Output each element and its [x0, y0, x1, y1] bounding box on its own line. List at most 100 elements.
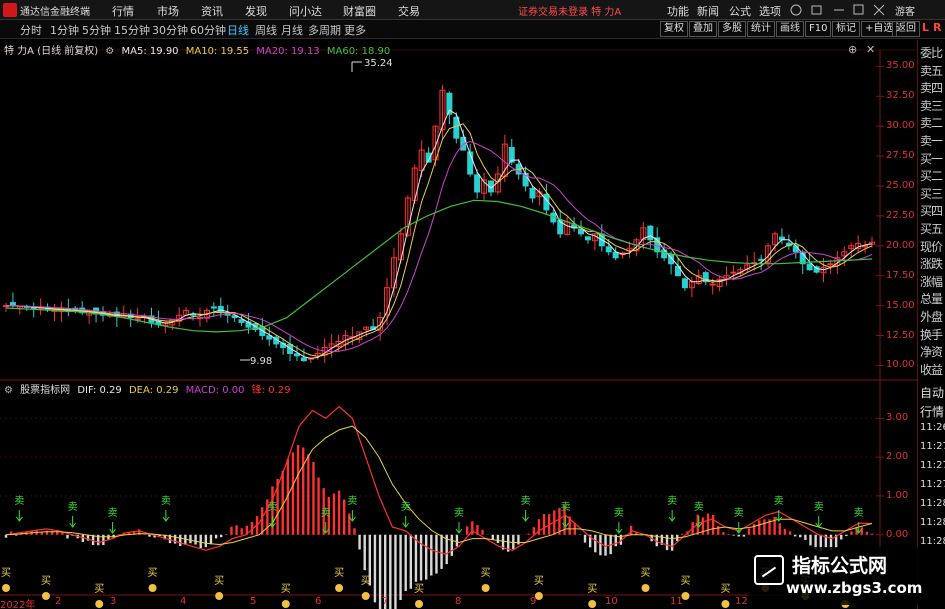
tab-more[interactable]: 更多 — [344, 22, 366, 38]
x-tick-label: 8 — [455, 596, 462, 607]
candle-body — [605, 246, 612, 253]
menu-item-formula[interactable]: 公式 — [729, 3, 751, 19]
sell-arrow-icon — [69, 516, 77, 528]
settings-icon: ⚙ — [4, 385, 13, 396]
guest-label[interactable]: 游客 — [895, 3, 915, 18]
menu-item-discover[interactable]: 发现 — [245, 3, 267, 19]
sell-signal-label: 卖 — [667, 495, 677, 507]
buy-signal-label: 买 — [534, 575, 544, 587]
sell-arrow-icon — [15, 510, 23, 522]
quote-panel-bottom: 自动行情 11:26 11:27 11:27 11:27 11:28 11:28 11:28 — [917, 380, 945, 609]
menu-item-quotes[interactable]: 行情 — [112, 3, 134, 19]
candle-body — [730, 271, 737, 274]
menu-item-ask[interactable]: 问小达 — [289, 3, 322, 19]
menu-item-wealth[interactable]: 财富圈 — [343, 3, 376, 19]
quote-field-label: 买三 — [920, 186, 943, 201]
tab-monthly[interactable]: 月线 — [281, 22, 303, 38]
overlay-button[interactable]: 叠加 — [689, 21, 717, 37]
candle-body — [709, 283, 716, 286]
money-bag-icon — [2, 584, 10, 592]
tick-time-label: 11:28 — [920, 498, 945, 509]
tab-weekly[interactable]: 周线 — [255, 22, 277, 38]
y-tick-label: 30.00 — [886, 120, 915, 132]
app-name: 通达信金融终端 — [20, 7, 90, 18]
menu-item-options[interactable]: 选项 — [759, 3, 781, 19]
menu-item-news[interactable]: 资讯 — [201, 3, 223, 19]
sell-arrow-icon — [402, 516, 410, 528]
expand-icon[interactable]: ⊕ — [848, 43, 857, 56]
y-tick-label: 35.00 — [886, 60, 915, 72]
sell-signal-label: 卖 — [401, 501, 411, 513]
draw-button[interactable]: 画线 — [776, 21, 804, 37]
sell-signal-label: 卖 — [521, 495, 531, 507]
ma20-value: MA20: 19.13 — [256, 46, 320, 57]
y-tick-label: 22.50 — [886, 209, 915, 221]
tab-15min[interactable]: 15分钟 — [114, 22, 150, 38]
money-bag-icon — [335, 584, 344, 592]
y-tick-label: 12.50 — [886, 329, 915, 341]
money-bag-icon — [721, 600, 730, 608]
tab-daily[interactable]: 日线 — [227, 22, 249, 38]
buy-signal-label: 买 — [361, 575, 371, 587]
menu-item-trade[interactable]: 交易 — [398, 3, 420, 19]
tab-1min[interactable]: 1分钟 — [50, 22, 79, 38]
chart-canvas[interactable]: 卖卖卖卖卖卖卖卖卖卖卖卖卖卖卖卖卖卖买买买买买买买买买买买买买买买买买买 35.… — [0, 40, 945, 609]
watermark-logo-icon — [754, 555, 784, 585]
quote-field-label: 卖四 — [920, 81, 943, 96]
quote-field-label: 涨跌 — [920, 257, 943, 272]
money-bag-icon — [361, 592, 370, 600]
stats-button[interactable]: 统计 — [747, 21, 775, 37]
sell-signal-label: 卖 — [734, 507, 744, 519]
quote-field-label: 买四 — [920, 204, 943, 219]
sell-signal-label: 卖 — [614, 507, 624, 519]
money-bag-icon — [148, 584, 157, 592]
quote-field-label: 买一 — [920, 151, 943, 166]
quote-field-label: 卖五 — [920, 63, 943, 78]
watermark-title: 指标公式网 — [792, 555, 888, 577]
sell-arrow-icon — [615, 522, 623, 534]
mark-button[interactable]: 标记 — [832, 21, 860, 37]
ma5-line — [6, 109, 873, 359]
macd-value: MACD: 0.00 — [185, 385, 245, 396]
tab-30min[interactable]: 30分钟 — [152, 22, 188, 38]
menu-item-market[interactable]: 市场 — [157, 3, 179, 19]
y-tick-label: 20.00 — [886, 239, 915, 251]
quote-field-label: 现价 — [920, 239, 943, 254]
f10-button[interactable]: F10 — [805, 21, 832, 37]
macd-y-tick-label: 2.00 — [886, 451, 909, 463]
lr-toggle[interactable]: L R — [920, 20, 945, 39]
macd-y-tick-label: 1.00 — [886, 489, 909, 501]
menu-item-headlines[interactable]: 新闻 — [697, 3, 719, 19]
quote-field-label: 涨幅 — [920, 274, 943, 289]
ma5-value: MA5: 19.90 — [121, 46, 179, 57]
tab-timeshare[interactable]: 分时 — [20, 22, 42, 38]
tick-time-label: 11:28 — [920, 517, 945, 528]
tab-multi-period[interactable]: 多周期 — [308, 22, 341, 38]
tab-5min[interactable]: 5分钟 — [82, 22, 111, 38]
login-notice[interactable]: 证券交易未登录 特 力A — [518, 3, 621, 18]
adjust-button[interactable]: 复权 — [660, 21, 688, 37]
multi-stock-button[interactable]: 多股 — [718, 21, 746, 37]
period-toolbar: 分时 1分钟 5分钟 15分钟 30分钟 60分钟 日线 周线 月线 多周期 更… — [0, 20, 945, 39]
macd-y-tick-label: 0.00 — [886, 528, 909, 540]
sell-signal-label: 卖 — [161, 495, 171, 507]
sell-signal-label: 卖 — [854, 507, 864, 519]
quote-field-label: 收益 — [920, 362, 943, 377]
menu-item-functions[interactable]: 功能 — [667, 3, 689, 19]
x-tick-label: 9 — [530, 596, 537, 607]
money-bag-icon — [215, 592, 224, 600]
close-icon[interactable]: ✕ — [866, 43, 875, 56]
sell-arrow-icon — [522, 510, 529, 522]
chart-area[interactable]: 卖卖卖卖卖卖卖卖卖卖卖卖卖卖卖卖卖卖买买买买买买买买买买买买买买买买买买 35.… — [0, 40, 945, 609]
buy-signal-label: 买 — [148, 567, 158, 579]
money-bag-icon — [641, 584, 650, 592]
x-tick-label: 2 — [55, 596, 62, 607]
main-legend: 特 力A (日线 前复权) ⚙ MA5: 19.90 MA10: 19.55 M… — [4, 42, 394, 57]
back-button[interactable]: 返回 — [892, 21, 920, 37]
candle-body — [813, 266, 820, 273]
money-bag-icon — [281, 600, 290, 608]
macd-y-tick-label: 3.00 — [886, 412, 909, 424]
tab-60min[interactable]: 60分钟 — [190, 22, 226, 38]
app-logo-icon — [3, 3, 17, 17]
sell-signal-label: 卖 — [108, 507, 118, 519]
